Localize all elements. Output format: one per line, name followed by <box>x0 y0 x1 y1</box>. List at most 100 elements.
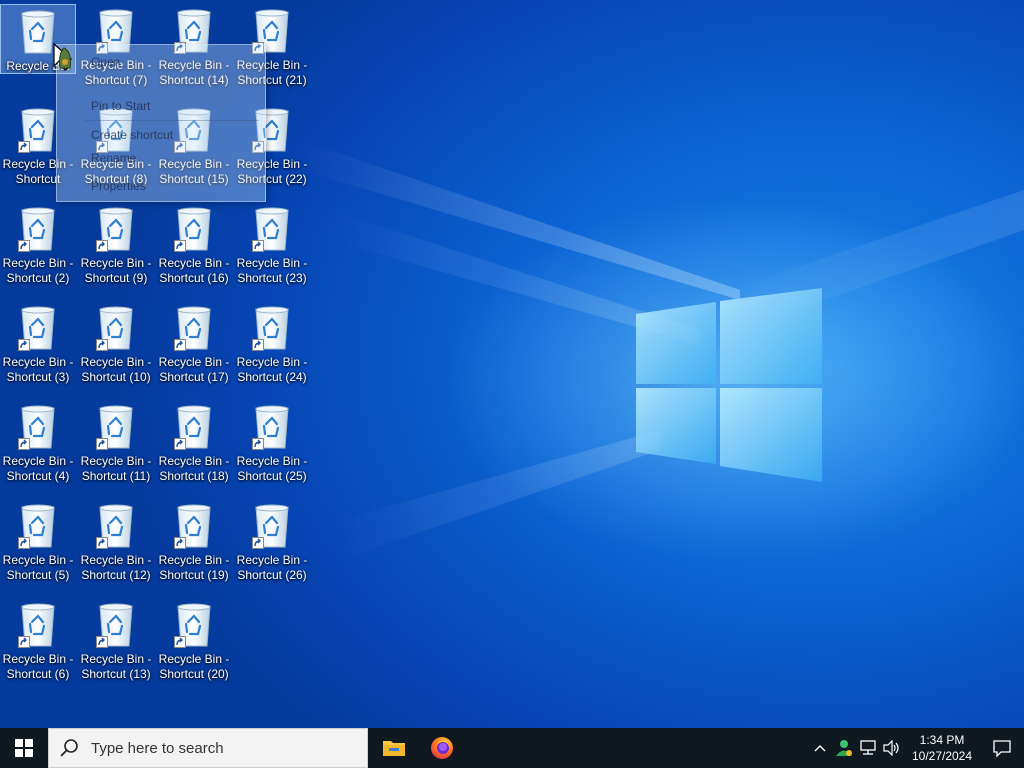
desktop-icon-recycle-bin-shortcut[interactable]: Recycle Bin - Shortcut (3) <box>0 301 76 395</box>
desktop-icon-label: Recycle Bin - Shortcut (26) <box>236 553 308 582</box>
desktop-icon-label: Recycle Bin - Shortcut (19) <box>158 553 230 582</box>
recycle-bin-icon <box>250 503 294 549</box>
notification-icon <box>993 740 1011 757</box>
recycle-bin-icon <box>172 503 216 549</box>
menu-item-open[interactable]: Open <box>91 55 120 69</box>
recycle-bin-icon <box>250 305 294 351</box>
shortcut-arrow-icon <box>18 339 30 351</box>
speaker-icon <box>883 740 899 756</box>
recycle-bin-icon <box>16 503 60 549</box>
recycle-bin-icon <box>16 107 60 153</box>
taskbar-file-explorer[interactable] <box>370 728 418 768</box>
shortcut-arrow-icon <box>252 438 264 450</box>
recycle-bin-icon <box>250 206 294 252</box>
desktop-icon-recycle-bin-shortcut[interactable]: Recycle Bin - Shortcut (16) <box>156 202 232 296</box>
show-hidden-icons-button[interactable] <box>808 728 832 768</box>
desktop-icon-recycle-bin-shortcut[interactable]: Recycle Bin - Shortcut (5) <box>0 499 76 593</box>
shortcut-arrow-icon <box>174 636 186 648</box>
windows-logo-wallpaper <box>636 288 822 482</box>
shortcut-arrow-icon <box>18 141 30 153</box>
desktop-icon-label: Recycle Bin - Shortcut (25) <box>236 454 308 483</box>
desktop-icon-recycle-bin-shortcut[interactable]: Recycle Bin - Shortcut (9) <box>78 202 154 296</box>
menu-item-pin-to-start[interactable]: Pin to Start <box>91 99 150 113</box>
tray-user-app[interactable] <box>832 728 856 768</box>
desktop-icon-recycle-bin-shortcut[interactable]: Recycle Bin - Shortcut (26) <box>234 499 310 593</box>
action-center-button[interactable] <box>980 728 1024 768</box>
tray-volume[interactable] <box>880 728 904 768</box>
desktop-icon-label: Recycle Bin - Shortcut (12) <box>80 553 152 582</box>
desktop-icon-label: Recycle Bin - Shortcut (23) <box>236 256 308 285</box>
desktop-icon-label: Recycle Bin - Shortcut (17) <box>158 355 230 384</box>
desktop[interactable]: Recycle Bin Recycle Bin - Shortcut Recycle… <box>0 0 1024 728</box>
desktop-icon-label: Recycle Bin - Shortcut (3) <box>2 355 74 384</box>
desktop-icon-recycle-bin-shortcut[interactable]: Recycle Bin - Shortcut (12) <box>78 499 154 593</box>
shortcut-arrow-icon <box>18 240 30 252</box>
recycle-bin-icon <box>94 503 138 549</box>
clock-date: 10/27/2024 <box>911 749 973 763</box>
desktop-icon-label: Recycle Bin - Shortcut (16) <box>158 256 230 285</box>
recycle-bin-icon <box>250 404 294 450</box>
desktop-icon-recycle-bin-shortcut[interactable]: Recycle Bin - Shortcut (10) <box>78 301 154 395</box>
desktop-icon-recycle-bin-shortcut[interactable]: Recycle Bin - Shortcut (18) <box>156 400 232 494</box>
shortcut-arrow-icon <box>96 636 108 648</box>
desktop-icon-label: Recycle Bin - Shortcut (9) <box>80 256 152 285</box>
desktop-icon-recycle-bin-shortcut[interactable]: Recycle Bin - Shortcut (24) <box>234 301 310 395</box>
network-icon <box>860 740 876 755</box>
desktop-icon-recycle-bin-shortcut[interactable]: Recycle Bin - Shortcut (19) <box>156 499 232 593</box>
firefox-icon <box>431 737 453 759</box>
desktop-icon-recycle-bin-shortcut[interactable]: Recycle Bin - Shortcut (20) <box>156 598 232 692</box>
shortcut-arrow-icon <box>174 240 186 252</box>
recycle-bin-icon <box>94 305 138 351</box>
desktop-icon-recycle-bin-shortcut[interactable]: Recycle Bin - Shortcut (25) <box>234 400 310 494</box>
recycle-bin-icon <box>172 404 216 450</box>
desktop-icon-label: Recycle Bin - Shortcut (13) <box>80 652 152 681</box>
recycle-bin-icon <box>172 206 216 252</box>
recycle-bin-icon <box>16 206 60 252</box>
shortcut-arrow-icon <box>174 339 186 351</box>
taskbar-clock[interactable]: 1:34 PM 10/27/2024 <box>904 732 980 764</box>
shortcut-arrow-icon <box>174 438 186 450</box>
recycle-bin-icon <box>94 206 138 252</box>
desktop-icon-label: Recycle Bin - Shortcut (18) <box>158 454 230 483</box>
shortcut-arrow-icon <box>96 339 108 351</box>
desktop-icon-recycle-bin-shortcut[interactable]: Recycle Bin - Shortcut (17) <box>156 301 232 395</box>
taskbar-firefox[interactable] <box>418 728 466 768</box>
desktop-icon-label: Recycle Bin - Shortcut (5) <box>2 553 74 582</box>
start-button[interactable] <box>0 728 48 768</box>
tray-network[interactable] <box>856 728 880 768</box>
file-explorer-icon <box>383 741 405 756</box>
recycle-bin-icon <box>16 602 60 648</box>
recycle-bin-icon <box>94 602 138 648</box>
recycle-bin-icon <box>16 404 60 450</box>
menu-item-properties[interactable]: Properties <box>91 179 146 193</box>
search-input[interactable] <box>89 738 353 758</box>
desktop-icon-recycle-bin-shortcut[interactable]: Recycle Bin - Shortcut (2) <box>0 202 76 296</box>
menu-separator <box>85 120 259 121</box>
shortcut-arrow-icon <box>18 636 30 648</box>
desktop-icon-recycle-bin-shortcut[interactable]: Recycle Bin - Shortcut (6) <box>0 598 76 692</box>
busy-cursor-icon <box>53 42 73 71</box>
desktop-icon-recycle-bin-shortcut[interactable]: Recycle Bin - Shortcut (13) <box>78 598 154 692</box>
desktop-icon-recycle-bin-shortcut[interactable]: Recycle Bin - Shortcut (23) <box>234 202 310 296</box>
context-menu: Open Pin to Start Create shortcut Rename… <box>56 44 266 202</box>
menu-item-create-shortcut[interactable]: Create shortcut <box>91 128 173 142</box>
desktop-icon-label: Recycle Bin - Shortcut (24) <box>236 355 308 384</box>
desktop-icon-label: Recycle Bin - Shortcut (6) <box>2 652 74 681</box>
recycle-bin-icon <box>16 305 60 351</box>
desktop-icon-label: Recycle Bin - Shortcut (4) <box>2 454 74 483</box>
search-icon <box>49 728 89 768</box>
menu-item-rename[interactable]: Rename <box>91 151 136 165</box>
desktop-icon-recycle-bin-shortcut[interactable]: Recycle Bin - Shortcut (11) <box>78 400 154 494</box>
taskbar-search-box[interactable] <box>48 728 368 768</box>
shortcut-arrow-icon <box>18 438 30 450</box>
desktop-icon-label: Recycle Bin - Shortcut (10) <box>80 355 152 384</box>
shortcut-arrow-icon <box>252 240 264 252</box>
desktop-icon-label: Recycle Bin - Shortcut (11) <box>80 454 152 483</box>
clock-time: 1:34 PM <box>919 733 965 747</box>
shortcut-arrow-icon <box>96 438 108 450</box>
taskbar: 1:34 PM 10/27/2024 <box>0 728 1024 768</box>
chevron-up-icon <box>814 745 826 752</box>
shortcut-arrow-icon <box>252 537 264 549</box>
shortcut-arrow-icon <box>174 537 186 549</box>
desktop-icon-recycle-bin-shortcut[interactable]: Recycle Bin - Shortcut (4) <box>0 400 76 494</box>
